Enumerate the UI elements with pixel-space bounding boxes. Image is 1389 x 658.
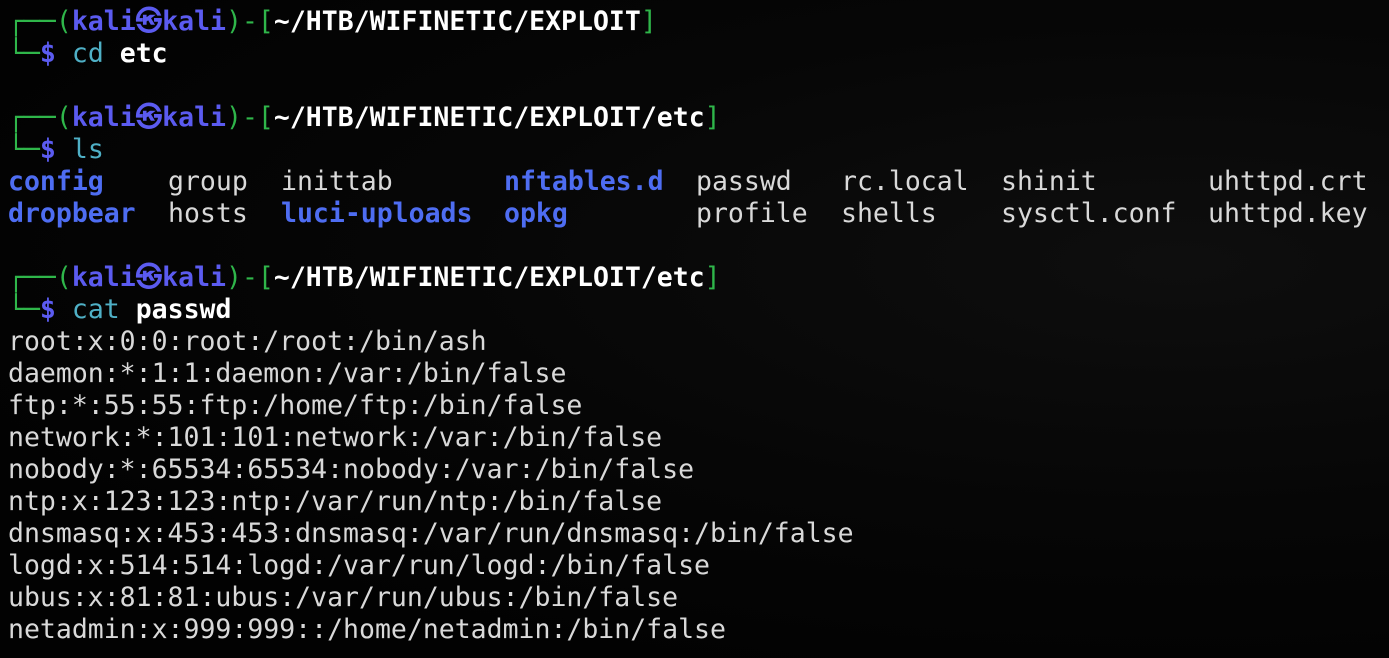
ls-entry-file: inittab — [281, 166, 393, 197]
prompt-bracket-close: ] — [640, 6, 657, 37]
prompt-path: ~/HTB/WIFINETIC/EXPLOIT/etc — [273, 262, 705, 293]
prompt-separator: )-[ — [226, 262, 274, 293]
prompt-header-3: ┌──(kali㉿kali)-[~/HTB/WIFINETIC/EXPLOIT/… — [8, 262, 721, 294]
passwd-line: network:*:101:101:network:/var:/bin/fals… — [8, 422, 663, 453]
prompt-path: ~/HTB/WIFINETIC/EXPLOIT/etc — [273, 102, 705, 133]
prompt-host: kali — [162, 102, 226, 133]
prompt-input-1: └─$ cd etc — [8, 38, 168, 70]
prompt-corner: ┌── — [8, 102, 56, 133]
prompt-separator: )-[ — [226, 102, 274, 133]
ls-entry-file: uhttpd.key — [1208, 198, 1368, 229]
ls-entry-file: group — [168, 166, 248, 197]
ls-entry-file: profile — [696, 198, 808, 229]
prompt-separator: )-[ — [226, 6, 274, 37]
passwd-line: ftp:*:55:55:ftp:/home/ftp:/bin/false — [8, 390, 583, 421]
ls-entry-file: rc.local — [841, 166, 969, 197]
prompt-bracket-close: ] — [704, 102, 721, 133]
prompt-paren-open: ( — [55, 262, 72, 293]
ls-entry-dir: luci-uploads — [281, 198, 473, 229]
passwd-line: netadmin:x:999:999::/home/netadmin:/bin/… — [8, 614, 726, 645]
passwd-line: daemon:*:1:1:daemon:/var:/bin/false — [8, 358, 567, 389]
passwd-line: nobody:*:65534:65534:nobody:/var:/bin/fa… — [8, 454, 695, 485]
ls-entry-file: sysctl.conf — [1001, 198, 1177, 229]
passwd-line: dnsmasq:x:453:453:dnsmasq:/var/run/dnsma… — [8, 518, 854, 549]
prompt-at-symbol: ㉿ — [135, 102, 163, 133]
passwd-line: ntp:x:123:123:ntp:/var/run/ntp:/bin/fals… — [8, 486, 663, 517]
prompt-branch: └─ — [8, 294, 40, 325]
ls-entry-file: shinit — [1001, 166, 1097, 197]
prompt-bracket-close: ] — [704, 262, 721, 293]
terminal-window[interactable]: ┌──(kali㉿kali)-[~/HTB/WIFINETIC/EXPLOIT]… — [0, 0, 1389, 658]
passwd-line: root:x:0:0:root:/root:/bin/ash — [8, 326, 487, 357]
ls-entry-file: uhttpd.crt — [1208, 166, 1368, 197]
prompt-branch: └─ — [8, 134, 40, 165]
prompt-host: kali — [162, 262, 226, 293]
ls-entry-dir: nftables.d — [504, 166, 664, 197]
ls-entry-file: passwd — [696, 166, 792, 197]
prompt-dollar: $ — [39, 134, 56, 165]
passwd-line: ubus:x:81:81:ubus:/var/run/ubus:/bin/fal… — [8, 582, 679, 613]
prompt-header-2: ┌──(kali㉿kali)-[~/HTB/WIFINETIC/EXPLOIT/… — [8, 102, 721, 134]
passwd-line: logd:x:514:514:logd:/var/run/logd:/bin/f… — [8, 550, 710, 581]
prompt-user: kali — [71, 262, 136, 293]
prompt-at-symbol: ㉿ — [135, 262, 163, 293]
command-text: cd — [71, 38, 104, 69]
prompt-corner: ┌── — [8, 262, 56, 293]
prompt-path: ~/HTB/WIFINETIC/EXPLOIT — [273, 6, 641, 37]
ls-entry-dir: dropbear — [8, 198, 136, 229]
ls-entry-dir: opkg — [504, 198, 568, 229]
command-text: ls — [71, 134, 104, 165]
prompt-user: kali — [71, 102, 136, 133]
prompt-input-3: └─$ cat passwd — [8, 294, 231, 326]
prompt-at-symbol: ㉿ — [135, 6, 163, 37]
prompt-dollar: $ — [39, 38, 56, 69]
command-text: cat — [71, 294, 120, 325]
prompt-header-1: ┌──(kali㉿kali)-[~/HTB/WIFINETIC/EXPLOIT] — [8, 6, 657, 38]
ls-entry-file: shells — [841, 198, 937, 229]
prompt-corner: ┌── — [8, 6, 56, 37]
ls-entry-dir: config — [8, 166, 104, 197]
prompt-branch: └─ — [8, 38, 40, 69]
prompt-paren-open: ( — [55, 102, 72, 133]
prompt-paren-open: ( — [55, 6, 72, 37]
command-argument: passwd — [135, 294, 232, 325]
prompt-dollar: $ — [39, 294, 56, 325]
prompt-host: kali — [162, 6, 226, 37]
command-argument: etc — [119, 38, 168, 69]
prompt-user: kali — [71, 6, 136, 37]
ls-entry-file: hosts — [168, 198, 248, 229]
prompt-input-2: └─$ ls — [8, 134, 104, 166]
